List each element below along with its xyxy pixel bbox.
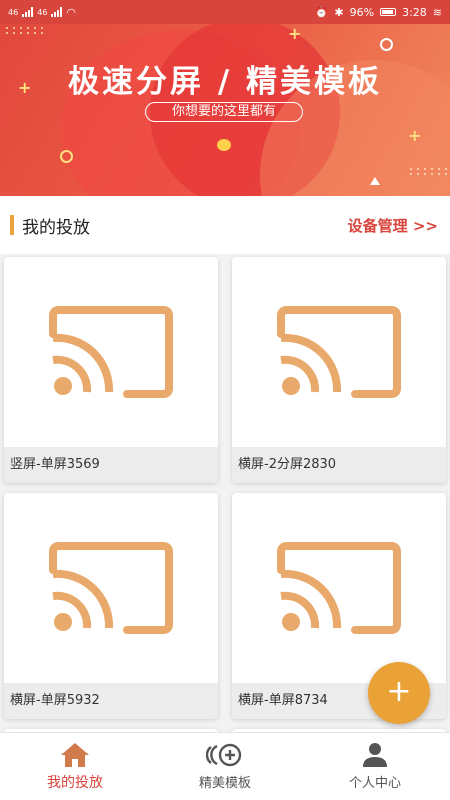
card-label: 竖屏-单屏3569 [4,447,218,483]
wave-icon: ≋ [432,5,442,19]
plus-decoration-icon: + [408,126,422,145]
dot-decoration-icon [217,139,231,151]
signal-icon [22,7,34,17]
template-icon [206,743,242,767]
ring-decoration-icon [380,38,393,51]
status-right: ⏰ ✱ 96% 3:28 ≋ [315,6,442,19]
nav-item-my-cast[interactable]: 我的投放 [0,733,150,800]
card-thumbnail [4,493,218,683]
home-icon [61,742,89,767]
card-thumbnail [4,257,218,447]
battery-label: 96% [349,5,375,19]
cast-icon [277,306,401,398]
nav-label: 我的投放 [47,774,103,791]
banner-dots [410,168,449,175]
cast-icon [49,542,173,634]
status-left: 46 46 ◠ [8,6,76,19]
add-button[interactable]: + [368,662,430,724]
section-title: 我的投放 [22,217,90,238]
banner[interactable]: + + + 极速分屏 / 精美模板 你想要的这里都有 [0,0,450,196]
device-management-link[interactable]: 设备管理 >> [348,215,438,236]
bluetooth-icon: ✱ [334,5,344,19]
status-time: 3:28 [402,5,427,19]
bottom-nav: 我的投放 精美模板 个人中心 [0,732,450,800]
cast-icon [277,542,401,634]
nav-item-templates[interactable]: 精美模板 [150,733,300,800]
section-accent-bar [10,215,14,235]
section-header: 我的投放 设备管理 >> [0,196,450,254]
card-thumbnail [232,493,446,683]
status-bar: 46 46 ◠ ⏰ ✱ 96% 3:28 ≋ [0,0,450,24]
wifi-icon: ◠ [66,5,76,19]
banner-subtitle: 你想要的这里都有 [145,102,303,122]
triangle-decoration-icon [370,177,380,185]
network-label-left: 46 [8,7,19,17]
cast-card[interactable]: 横屏-2分屏2830 [232,257,446,483]
cast-icon [49,306,173,398]
card-label: 横屏-单屏5932 [4,683,218,719]
nav-item-profile[interactable]: 个人中心 [300,733,450,800]
card-thumbnail [232,257,446,447]
battery-icon [380,8,397,16]
card-label: 横屏-2分屏2830 [232,447,446,483]
banner-title: 极速分屏 / 精美模板 [68,64,382,100]
nav-label: 精美模板 [198,776,251,791]
cast-card[interactable]: 竖屏-单屏3569 [4,257,218,483]
cast-card[interactable]: 横屏-单屏5932 [4,493,218,719]
person-icon [363,743,387,767]
signal-icon-2 [51,7,63,17]
plus-decoration-icon: + [288,24,302,43]
network-label-right: 46 [37,7,48,17]
ring-decoration-icon [60,150,73,163]
alarm-icon: ⏰ [314,5,329,19]
nav-label: 个人中心 [348,776,401,791]
